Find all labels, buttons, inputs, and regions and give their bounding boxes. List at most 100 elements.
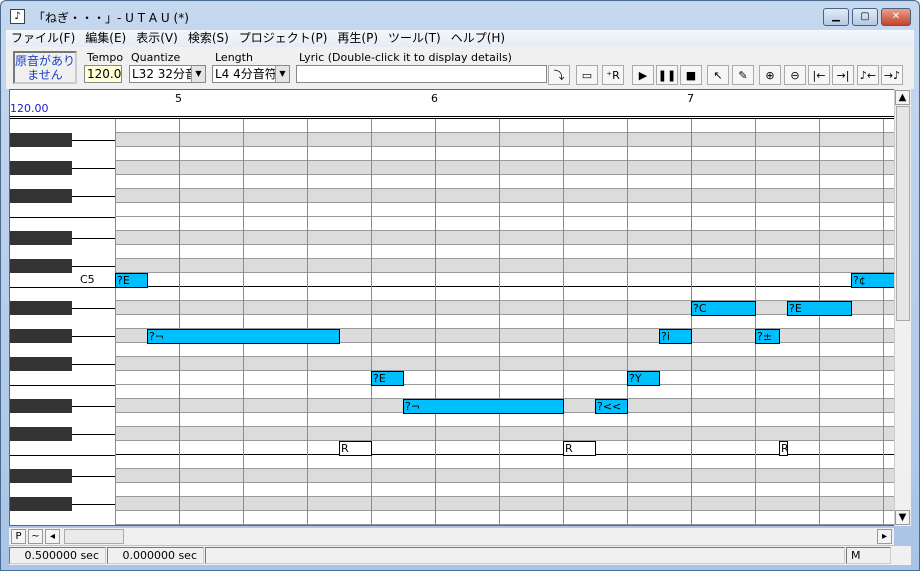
go-end-button[interactable]: →| [832, 65, 854, 85]
rest-note[interactable]: R [563, 441, 596, 456]
piano-black-key[interactable] [10, 497, 72, 511]
note[interactable]: ?<< [595, 399, 628, 414]
grid-row[interactable] [115, 343, 895, 357]
piano-black-key[interactable] [10, 399, 72, 413]
piano-black-key[interactable] [10, 259, 72, 273]
grid-row[interactable] [115, 497, 895, 511]
scroll-down-button[interactable]: ▼ [895, 510, 910, 525]
p-button[interactable]: P [11, 529, 26, 544]
grid-row[interactable] [115, 357, 895, 371]
minimize-button[interactable]: ▁ [823, 8, 849, 26]
voice-status[interactable]: 原音がありません [13, 51, 77, 84]
note[interactable]: ?E [115, 273, 148, 288]
grid-row[interactable] [115, 119, 895, 133]
piano-black-key[interactable] [10, 329, 72, 343]
scroll-left-button[interactable]: ◂ [45, 529, 60, 544]
grid-row[interactable] [115, 469, 895, 483]
lyric-input[interactable] [296, 65, 547, 83]
horizontal-scrollbar[interactable]: P ~ ◂ ▸ [9, 528, 894, 545]
ruler[interactable]: 120.00 [10, 90, 894, 119]
measure-line [435, 119, 436, 525]
tempo-label: Tempo [87, 51, 124, 64]
zoom-out-button[interactable]: ⊖ [784, 65, 806, 85]
note[interactable]: ?Y [627, 371, 660, 386]
grid-row[interactable] [115, 161, 895, 175]
grid-row[interactable] [115, 245, 895, 259]
stop-button[interactable]: ■ [680, 65, 702, 85]
note[interactable]: ?± [755, 329, 780, 344]
quantize-select[interactable]: L32 32分音 ▼ [129, 65, 206, 83]
rest-note[interactable]: R [339, 441, 372, 456]
menu-bar: ファイル(F) 編集(E) 表示(V) 検索(S) プロジェクト(P) 再生(P) ツール(… [6, 30, 914, 47]
grid-row[interactable] [115, 315, 895, 329]
pause-button[interactable]: ❚❚ [656, 65, 678, 85]
note[interactable]: ?¬ [147, 329, 340, 344]
menu-item-3[interactable]: 検索(S) [183, 30, 234, 46]
grid-row[interactable] [115, 259, 895, 273]
horizontal-scroll-thumb[interactable] [64, 529, 124, 544]
pencil-button[interactable]: ✎ [732, 65, 754, 85]
grid-row[interactable] [115, 371, 895, 385]
vertical-scroll-thumb[interactable] [896, 106, 910, 321]
grid-row[interactable] [115, 385, 895, 399]
piano-black-key[interactable] [10, 301, 72, 315]
scroll-right-button[interactable]: ▸ [877, 529, 892, 544]
piano-black-key[interactable] [10, 161, 72, 175]
menu-item-1[interactable]: 編集(E) [80, 30, 131, 46]
menu-item-4[interactable]: プロジェクト(P) [234, 30, 333, 46]
piano-black-key[interactable] [10, 231, 72, 245]
close-button[interactable]: ✕ [881, 8, 911, 26]
grid-row[interactable] [115, 301, 895, 315]
length-label: Length [215, 51, 253, 64]
grid-row[interactable] [115, 175, 895, 189]
length-select[interactable]: L4 4分音符 ▼ [212, 65, 290, 83]
zoom-in-button[interactable]: ⊕ [759, 65, 781, 85]
grid-row[interactable] [115, 147, 895, 161]
grid-row[interactable] [115, 203, 895, 217]
grid-row[interactable] [115, 217, 895, 231]
add-note-button[interactable]: ▭ [576, 65, 598, 85]
go-start-button[interactable]: |← [808, 65, 830, 85]
note[interactable]: ?E [787, 301, 852, 316]
length-value: L4 4分音符 [215, 67, 277, 81]
menu-item-6[interactable]: ツール(T) [383, 30, 446, 46]
grid-row[interactable] [115, 273, 895, 287]
grid-row[interactable] [115, 133, 895, 147]
grid-row[interactable] [115, 427, 895, 441]
note[interactable]: ?¬ [403, 399, 564, 414]
piano-black-key[interactable] [10, 133, 72, 147]
note-right-button[interactable]: →♪ [881, 65, 903, 85]
grid-row[interactable] [115, 189, 895, 203]
scroll-up-button[interactable]: ▲ [895, 90, 910, 105]
grid-row[interactable] [115, 231, 895, 245]
note[interactable]: ?C [691, 301, 756, 316]
note[interactable]: ?i [659, 329, 692, 344]
piano-black-key[interactable] [10, 427, 72, 441]
grid-row[interactable] [115, 455, 895, 469]
piano-black-key[interactable] [10, 357, 72, 371]
grid-row[interactable] [115, 483, 895, 497]
grid-row[interactable] [115, 287, 895, 301]
grid-row[interactable] [115, 511, 895, 525]
play-button[interactable]: ▶ [632, 65, 654, 85]
piano-roll[interactable]: 120.00 5 6 7 C5 ?E ?¬ R ?E ?¬ R ?<< ?Y ?i ?C ?± R ?E ?¢ [9, 89, 911, 526]
maximize-button[interactable]: ▢ [852, 8, 878, 26]
piano-black-key[interactable] [10, 189, 72, 203]
grid-row[interactable] [115, 441, 895, 455]
menu-item-2[interactable]: 表示(V) [131, 30, 183, 46]
grid-row[interactable] [115, 413, 895, 427]
select-cursor-button[interactable]: ↖ [707, 65, 729, 85]
tempo-input[interactable]: 120.0 [84, 65, 122, 83]
vertical-scrollbar[interactable]: ▲ ▼ [894, 89, 911, 526]
menu-item-7[interactable]: ヘルプ(H) [446, 30, 510, 46]
menu-item-0[interactable]: ファイル(F) [6, 30, 80, 46]
zoom-out-icon: ⊖ [790, 69, 800, 82]
pitch-curve-button[interactable]: ~ [28, 529, 43, 544]
menu-item-5[interactable]: 再生(P) [332, 30, 383, 46]
insert-button[interactable]: ⤵ [548, 65, 570, 85]
add-rest-button[interactable]: ⁺R [602, 65, 624, 85]
note[interactable]: ?E [371, 371, 404, 386]
note-left-button[interactable]: ♪← [857, 65, 879, 85]
rest-note[interactable]: R [779, 441, 788, 456]
piano-black-key[interactable] [10, 469, 72, 483]
